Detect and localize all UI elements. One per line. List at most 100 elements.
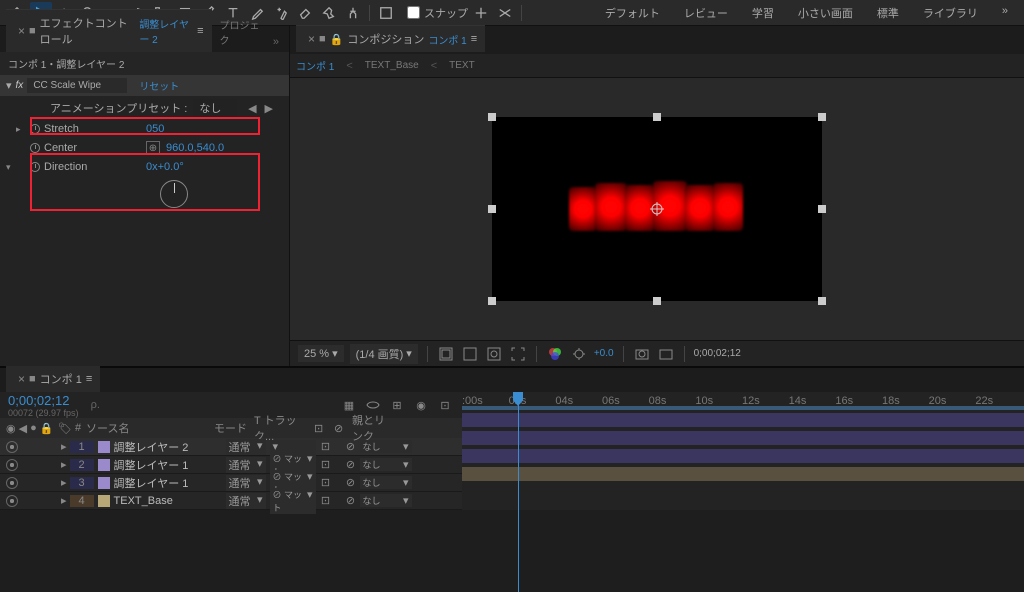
channel-icon[interactable] (546, 345, 564, 363)
workspace-default[interactable]: デフォルト (595, 1, 670, 25)
stopwatch-icon[interactable] (30, 143, 40, 153)
layer-duration-bar[interactable] (462, 412, 1024, 428)
track-matte-dropdown[interactable]: ⊘ マット▾ (270, 488, 316, 514)
resize-handle[interactable] (653, 113, 661, 121)
preset-dropdown[interactable]: なし (193, 99, 237, 117)
subtab-textbase[interactable]: TEXT_Base (365, 60, 419, 71)
blend-mode-dropdown[interactable]: 通常▾ (226, 493, 266, 509)
close-icon[interactable]: × (14, 372, 25, 386)
layer-color-swatch[interactable] (98, 495, 110, 507)
layer-name[interactable]: TEXT_Base (114, 495, 226, 507)
pickwhip-icon[interactable]: ⊘ (342, 494, 360, 507)
timeline-layer-row[interactable]: ▸2調整レイヤー 1通常▾⊘ マット▾⊡⊘なし▾ (0, 456, 462, 474)
exposure-value[interactable]: +0.0 (594, 348, 614, 359)
resize-handle[interactable] (488, 113, 496, 121)
toggle-a-icon[interactable] (375, 2, 397, 24)
visibility-toggle[interactable] (6, 441, 18, 453)
direction-dial[interactable] (160, 180, 188, 208)
project-tab[interactable]: プロジェク (212, 12, 269, 52)
reset-button[interactable]: リセット (139, 78, 179, 93)
mask-vis-icon[interactable] (485, 345, 503, 363)
layer-color-swatch[interactable] (98, 477, 110, 489)
twirl-right-icon[interactable]: ▸ (58, 494, 70, 507)
snap-checkbox[interactable]: スナップ (407, 5, 468, 21)
puppet-tool[interactable] (342, 2, 364, 24)
layer-name[interactable]: 調整レイヤー 1 (114, 475, 226, 491)
subtab-text[interactable]: TEXT (449, 60, 475, 71)
clone-tool[interactable] (270, 2, 292, 24)
pickwhip-icon[interactable]: ⊘ (342, 476, 360, 489)
layer-name[interactable]: 調整レイヤー 2 (114, 439, 226, 455)
timeline-tab[interactable]: × ■ コンポ 1 ≡ (6, 365, 100, 392)
zoom-dropdown[interactable]: 25 % ▾ (298, 345, 344, 362)
stretch-value[interactable]: 050 (146, 123, 164, 135)
blend-mode-dropdown[interactable]: 通常▾ (226, 457, 266, 473)
audio-col-icon[interactable]: ◀ (19, 422, 27, 435)
timeline-search[interactable]: ρ. (91, 399, 100, 411)
viewport[interactable] (290, 78, 1024, 340)
show-snapshot-icon[interactable] (657, 345, 675, 363)
resize-handle[interactable] (653, 297, 661, 305)
parent-dropdown[interactable]: なし▾ (360, 440, 412, 453)
layer-color-swatch[interactable] (98, 459, 110, 471)
effect-name[interactable]: CC Scale Wipe (27, 78, 127, 93)
workspace-library[interactable]: ライブラリ (913, 1, 988, 25)
effect-controls-tab[interactable]: × ■ エフェクトコントロール 調整レイヤー 2 ≡ (6, 9, 212, 52)
close-icon[interactable]: × (304, 32, 315, 46)
layer-duration-bar[interactable] (462, 466, 1024, 482)
twirl-right-icon[interactable]: ▸ (58, 476, 70, 489)
comp-name-link[interactable]: コンポ 1 (428, 32, 466, 47)
direction-value[interactable]: 0x+0.0° (146, 161, 184, 173)
region-icon[interactable] (509, 345, 527, 363)
resize-handle[interactable] (818, 113, 826, 121)
twirl-right-icon[interactable]: ▸ (16, 124, 21, 135)
workspace-more[interactable]: » (992, 1, 1018, 25)
pickwhip-icon[interactable]: ⊘ (342, 458, 360, 471)
preserve-transparency-icon[interactable]: ⊡ (316, 476, 336, 489)
label-col-icon[interactable]: 🏷 (58, 422, 72, 435)
eye-col-icon[interactable]: ◉ (6, 422, 16, 435)
work-area-bar[interactable] (462, 406, 1024, 410)
resize-handle[interactable] (488, 297, 496, 305)
panel-menu-icon[interactable]: » (269, 32, 283, 52)
timeline-layer-row[interactable]: ▸4TEXT_Base通常▾⊘ マット▾⊡⊘なし▾ (0, 492, 462, 510)
eraser-tool[interactable] (294, 2, 316, 24)
mode-header[interactable]: モード (214, 420, 254, 436)
parent-dropdown[interactable]: なし▾ (360, 494, 412, 507)
resize-handle[interactable] (488, 205, 496, 213)
lock-icon[interactable]: 🔒 (330, 33, 344, 46)
layer-link[interactable]: 調整レイヤー 2 (139, 16, 193, 46)
workspace-standard[interactable]: 標準 (867, 1, 909, 25)
parent-dropdown[interactable]: なし▾ (360, 476, 412, 489)
comp-viewer-tab[interactable]: × ■ 🔒 コンポジション コンポ 1 ≡ (296, 25, 485, 52)
snapshot-icon[interactable] (633, 345, 651, 363)
source-name-header[interactable]: ソース名 (86, 420, 214, 436)
switches-icon[interactable]: ⊡ (314, 422, 334, 435)
preset-prev-icon[interactable]: ◀ (248, 102, 256, 115)
current-time-indicator[interactable] (518, 392, 519, 592)
twirl-right-icon[interactable]: ▸ (58, 458, 70, 471)
visibility-toggle[interactable] (6, 459, 18, 471)
subtab-comp[interactable]: コンポ 1 (296, 58, 334, 73)
timeline-layer-row[interactable]: ▸1調整レイヤー 2通常▾▾⊡⊘なし▾ (0, 438, 462, 456)
stopwatch-icon[interactable] (30, 124, 40, 134)
composition-canvas[interactable] (492, 117, 822, 301)
solo-col-icon[interactable]: ● (30, 422, 37, 434)
twirl-right-icon[interactable]: ▸ (58, 440, 70, 453)
timeline-layer-row[interactable]: ▸3調整レイヤー 1通常▾⊘ マット▾⊡⊘なし▾ (0, 474, 462, 492)
preset-next-icon[interactable]: ▶ (265, 102, 273, 115)
twirl-down-icon[interactable]: ▾ (6, 162, 11, 173)
safe-zones-icon[interactable] (437, 345, 455, 363)
exposure-reset-icon[interactable] (570, 345, 588, 363)
center-value[interactable]: 960.0,540.0 (166, 142, 224, 154)
blend-mode-dropdown[interactable]: 通常▾ (226, 439, 266, 455)
motion-blur-icon[interactable]: ◉ (412, 396, 430, 414)
resolution-dropdown[interactable]: (1/4 画質) ▾ (350, 344, 418, 364)
snap-opt2-icon[interactable] (494, 2, 516, 24)
lock-col-icon[interactable]: 🔒 (40, 422, 54, 435)
resize-handle[interactable] (818, 297, 826, 305)
grid-icon[interactable] (461, 345, 479, 363)
roto-tool[interactable] (318, 2, 340, 24)
close-icon[interactable]: × (14, 24, 25, 38)
timeline-track-area[interactable]: :00s02s04s06s08s10s12s14s16s18s20s22s (462, 392, 1024, 510)
